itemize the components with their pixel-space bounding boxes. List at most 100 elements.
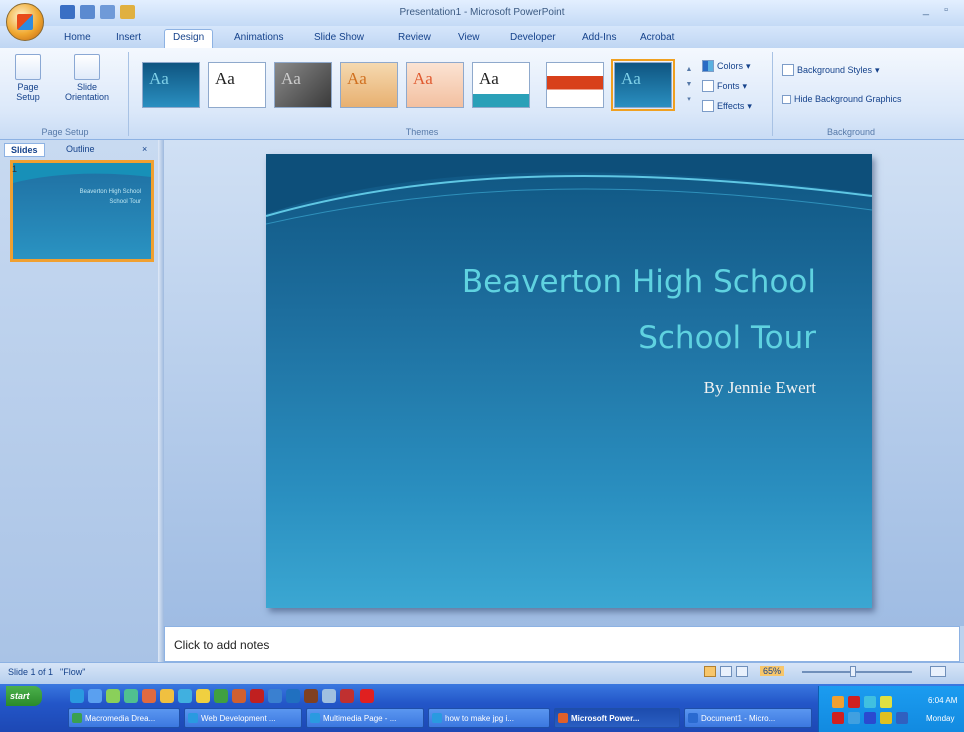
quicklaunch-icon[interactable] [268, 689, 282, 703]
slide-sorter-icon[interactable] [720, 666, 732, 677]
tab-add-ins[interactable]: Add-Ins [574, 30, 624, 45]
taskbar-item[interactable]: Macromedia Drea... [68, 708, 180, 728]
tray-icon[interactable] [848, 696, 860, 708]
tray-icon[interactable] [864, 712, 876, 724]
effects-button[interactable]: Effects ▾ [702, 100, 752, 112]
group-separator [772, 52, 773, 136]
page-setup-icon [15, 54, 41, 80]
slide-canvas[interactable]: Beaverton High School School Tour By Jen… [266, 154, 872, 608]
fonts-icon [702, 80, 714, 92]
tab-design[interactable]: Design [164, 29, 214, 48]
slide-thumbnail[interactable]: Beaverton High School School Tour [10, 160, 154, 262]
office-logo-icon [17, 14, 33, 30]
theme-thumbnail[interactable]: Aa [406, 62, 464, 108]
tab-insert[interactable]: Insert [108, 30, 149, 45]
quicklaunch-icon[interactable] [196, 689, 210, 703]
taskbar-item[interactable]: how to make jpg i... [428, 708, 550, 728]
themes-scroll-arrows[interactable]: ▲ ▼ ▾ [684, 62, 694, 108]
tray-icon[interactable] [864, 696, 876, 708]
effects-icon [702, 100, 714, 112]
word-icon [688, 713, 698, 723]
fit-slide-icon[interactable] [930, 666, 946, 677]
taskbar-item[interactable]: Multimedia Page - ... [306, 708, 424, 728]
tray-icon[interactable] [848, 712, 860, 724]
taskbar-item[interactable]: Document1 - Micro... [684, 708, 812, 728]
quicklaunch-icon[interactable] [142, 689, 156, 703]
slide-wave-graphic [266, 154, 872, 225]
page-setup-label: Page Setup [16, 82, 40, 102]
theme-sample: Aa [281, 69, 301, 88]
zoom-slider-thumb[interactable] [850, 666, 856, 677]
fonts-button[interactable]: Fonts ▾ [702, 80, 747, 92]
slide-title-line2[interactable]: School Tour [638, 320, 816, 356]
quicklaunch-icon[interactable] [214, 689, 228, 703]
tab-slides[interactable]: Slides [4, 143, 45, 157]
background-styles-button[interactable]: Background Styles ▾ [782, 64, 880, 76]
theme-thumbnail[interactable]: Aa [340, 62, 398, 108]
theme-thumbnail[interactable]: Aa [208, 62, 266, 108]
tab-slide-show[interactable]: Slide Show [306, 30, 372, 45]
ie-icon[interactable] [70, 689, 84, 703]
taskbar-item-label: Document1 - Micro... [701, 714, 776, 723]
quicklaunch-icon[interactable] [322, 689, 336, 703]
tray-icon[interactable] [880, 712, 892, 724]
quicklaunch-icon[interactable] [250, 689, 264, 703]
zoom-level[interactable]: 65% [760, 666, 785, 676]
tab-review[interactable]: Review [390, 30, 439, 45]
checkbox-icon [782, 94, 791, 104]
office-button[interactable] [6, 3, 44, 41]
tray-icon[interactable] [832, 696, 844, 708]
tray-icon[interactable] [896, 712, 908, 724]
slide-number: 1 [12, 164, 18, 174]
window-controls[interactable]: _ ▫ [923, 4, 954, 16]
tray-icon[interactable] [832, 712, 844, 724]
ie-icon [310, 713, 320, 723]
tray-icon[interactable] [880, 696, 892, 708]
normal-view-icon[interactable] [704, 666, 716, 677]
ribbon: Page Setup Slide Orientation Page Setup … [0, 48, 964, 140]
quicklaunch-icon[interactable] [160, 689, 174, 703]
tab-acrobat[interactable]: Acrobat [632, 30, 682, 45]
theme-thumbnail[interactable]: Aa [274, 62, 332, 108]
zoom-slider[interactable] [802, 671, 912, 673]
slide-orientation-button[interactable]: Slide Orientation [56, 54, 118, 102]
quicklaunch-icon[interactable] [340, 689, 354, 703]
notes-pane[interactable] [164, 626, 960, 662]
close-pane-icon[interactable]: × [136, 143, 153, 155]
quicklaunch-icon[interactable] [286, 689, 300, 703]
tab-outline[interactable]: Outline [60, 143, 101, 155]
tab-developer[interactable]: Developer [502, 30, 564, 45]
slide-show-icon[interactable] [736, 666, 748, 677]
taskbar-item-active[interactable]: Microsoft Power... [554, 708, 680, 728]
tab-view[interactable]: View [450, 30, 488, 45]
start-button[interactable]: start [6, 686, 42, 706]
quicklaunch-icon[interactable] [360, 689, 374, 703]
desktop-icon[interactable] [88, 689, 102, 703]
theme-thumbnail[interactable]: Aa [472, 62, 530, 108]
background-styles-icon [782, 64, 794, 76]
slide-subtitle[interactable]: By Jennie Ewert [704, 378, 816, 398]
tab-animations[interactable]: Animations [226, 30, 291, 45]
quicklaunch-icon[interactable] [304, 689, 318, 703]
clock[interactable]: 6:04 AM [928, 696, 957, 705]
hide-background-graphics-checkbox[interactable]: Hide Background Graphics [782, 94, 902, 104]
theme-sample: Aa [621, 69, 641, 88]
notes-placeholder[interactable]: Click to add notes [174, 638, 269, 652]
effects-label: Effects [717, 101, 745, 111]
colors-button[interactable]: Colors ▾ [702, 60, 751, 72]
page-setup-button[interactable]: Page Setup [8, 54, 48, 102]
quicklaunch-icon[interactable] [106, 689, 120, 703]
slide-title[interactable]: Beaverton High School [462, 264, 816, 300]
tab-home[interactable]: Home [56, 30, 99, 45]
theme-thumbnail[interactable]: Aa [142, 62, 200, 108]
quicklaunch-icon[interactable] [232, 689, 246, 703]
thumbnail-wave-graphic [13, 163, 151, 183]
quicklaunch-icon[interactable] [124, 689, 138, 703]
dreamweaver-icon [72, 713, 82, 723]
taskbar-item[interactable]: Web Development ... [184, 708, 302, 728]
taskbar-item-label: Microsoft Power... [571, 714, 640, 723]
theme-thumbnail-selected[interactable]: Aa [611, 59, 675, 111]
theme-thumbnail[interactable] [546, 62, 604, 108]
quicklaunch-icon[interactable] [178, 689, 192, 703]
thumbnail-subtitle: School Tour [109, 199, 141, 205]
